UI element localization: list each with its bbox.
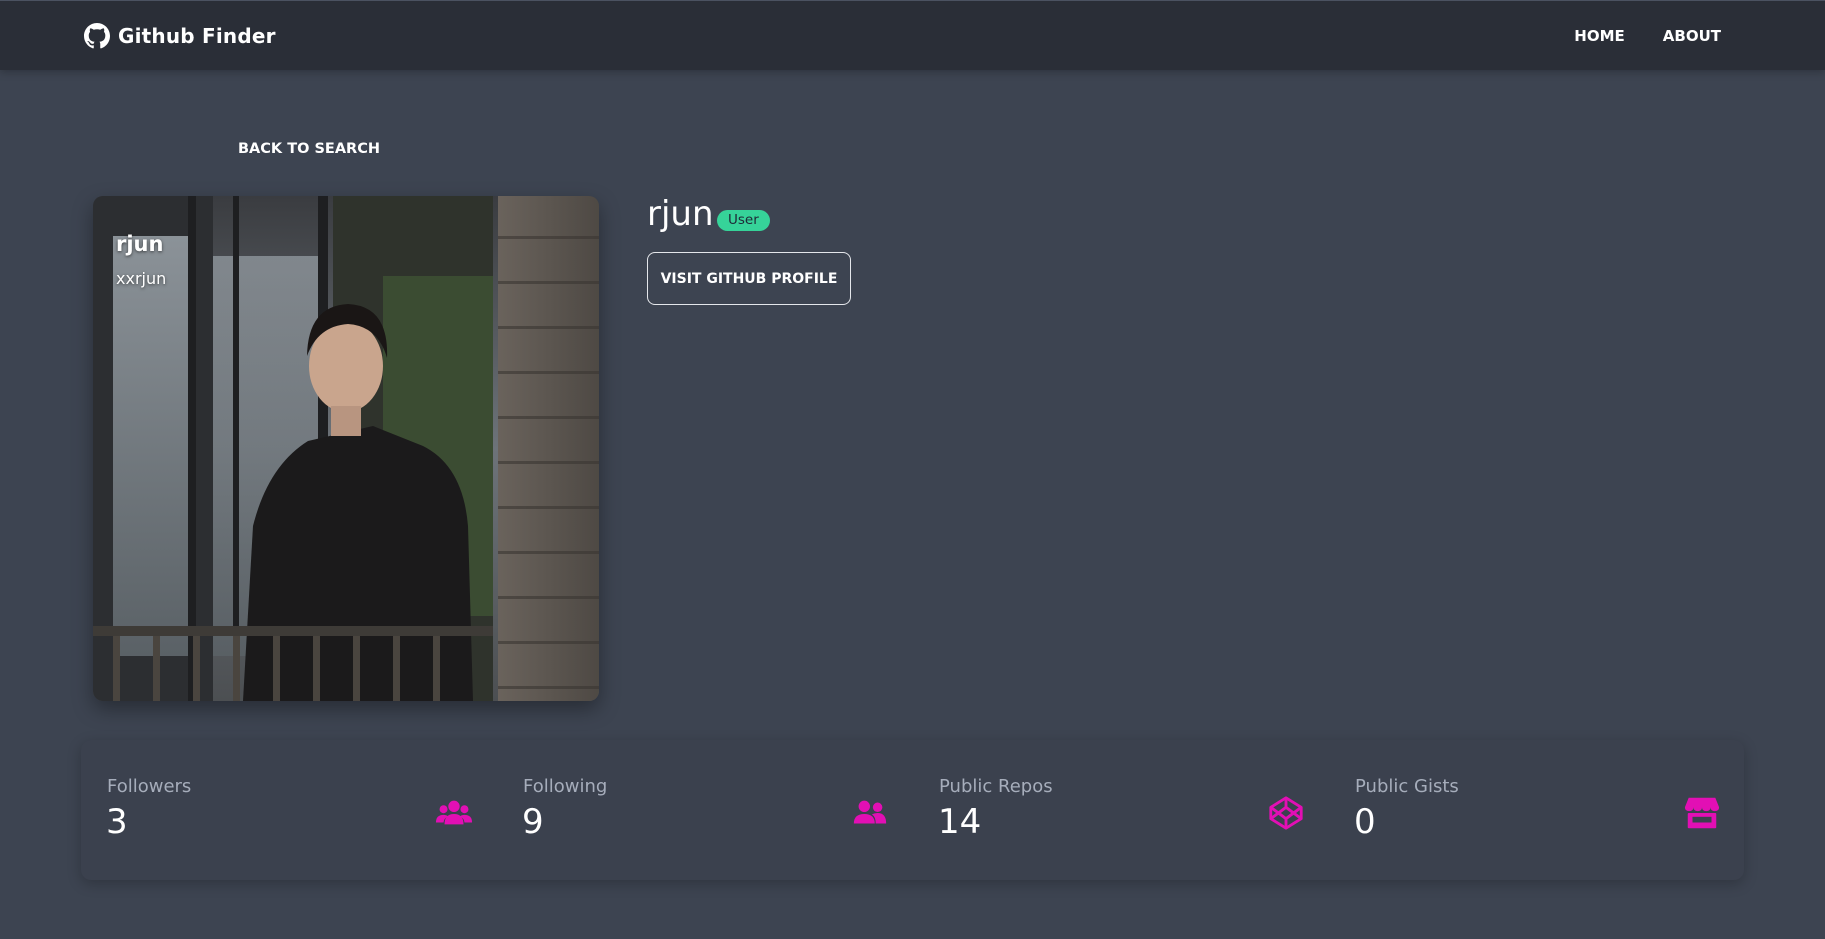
- stat-value: 0: [1354, 802, 1376, 842]
- visit-github-profile-button[interactable]: VISIT GITHUB PROFILE: [647, 252, 851, 305]
- stat-title: Public Repos: [939, 776, 1053, 797]
- user-friends-icon: [851, 794, 889, 832]
- stat-value: 3: [106, 802, 128, 842]
- stats-panel: Followers 3 Following 9 Public Repos 14 …: [81, 740, 1744, 880]
- card-login: xxrjun: [116, 269, 167, 288]
- store-icon: [1683, 794, 1721, 832]
- stat-followers: Followers 3: [81, 740, 497, 880]
- nav-links: HOME ABOUT: [1574, 27, 1721, 45]
- profile-card: rjun xxrjun: [93, 196, 599, 701]
- user-type-badge: User: [717, 210, 770, 231]
- stat-title: Public Gists: [1355, 776, 1459, 797]
- brand[interactable]: Github Finder: [84, 23, 276, 49]
- stat-public-repos: Public Repos 14: [913, 740, 1329, 880]
- user-name: rjun: [647, 194, 714, 234]
- stat-title: Following: [523, 776, 608, 797]
- stat-following: Following 9: [497, 740, 913, 880]
- stat-value: 9: [522, 802, 544, 842]
- stat-title: Followers: [107, 776, 192, 797]
- github-icon: [84, 23, 110, 49]
- nav-about-link[interactable]: ABOUT: [1663, 27, 1721, 45]
- stat-value: 14: [938, 802, 982, 842]
- stat-public-gists: Public Gists 0: [1329, 740, 1745, 880]
- avatar: [93, 196, 599, 701]
- codepen-icon: [1267, 794, 1305, 832]
- navbar: Github Finder HOME ABOUT: [0, 0, 1825, 70]
- brand-title: Github Finder: [118, 24, 276, 48]
- nav-home-link[interactable]: HOME: [1574, 27, 1624, 45]
- back-to-search-link[interactable]: BACK TO SEARCH: [238, 141, 380, 157]
- card-name: rjun: [116, 232, 164, 256]
- users-icon: [435, 794, 473, 832]
